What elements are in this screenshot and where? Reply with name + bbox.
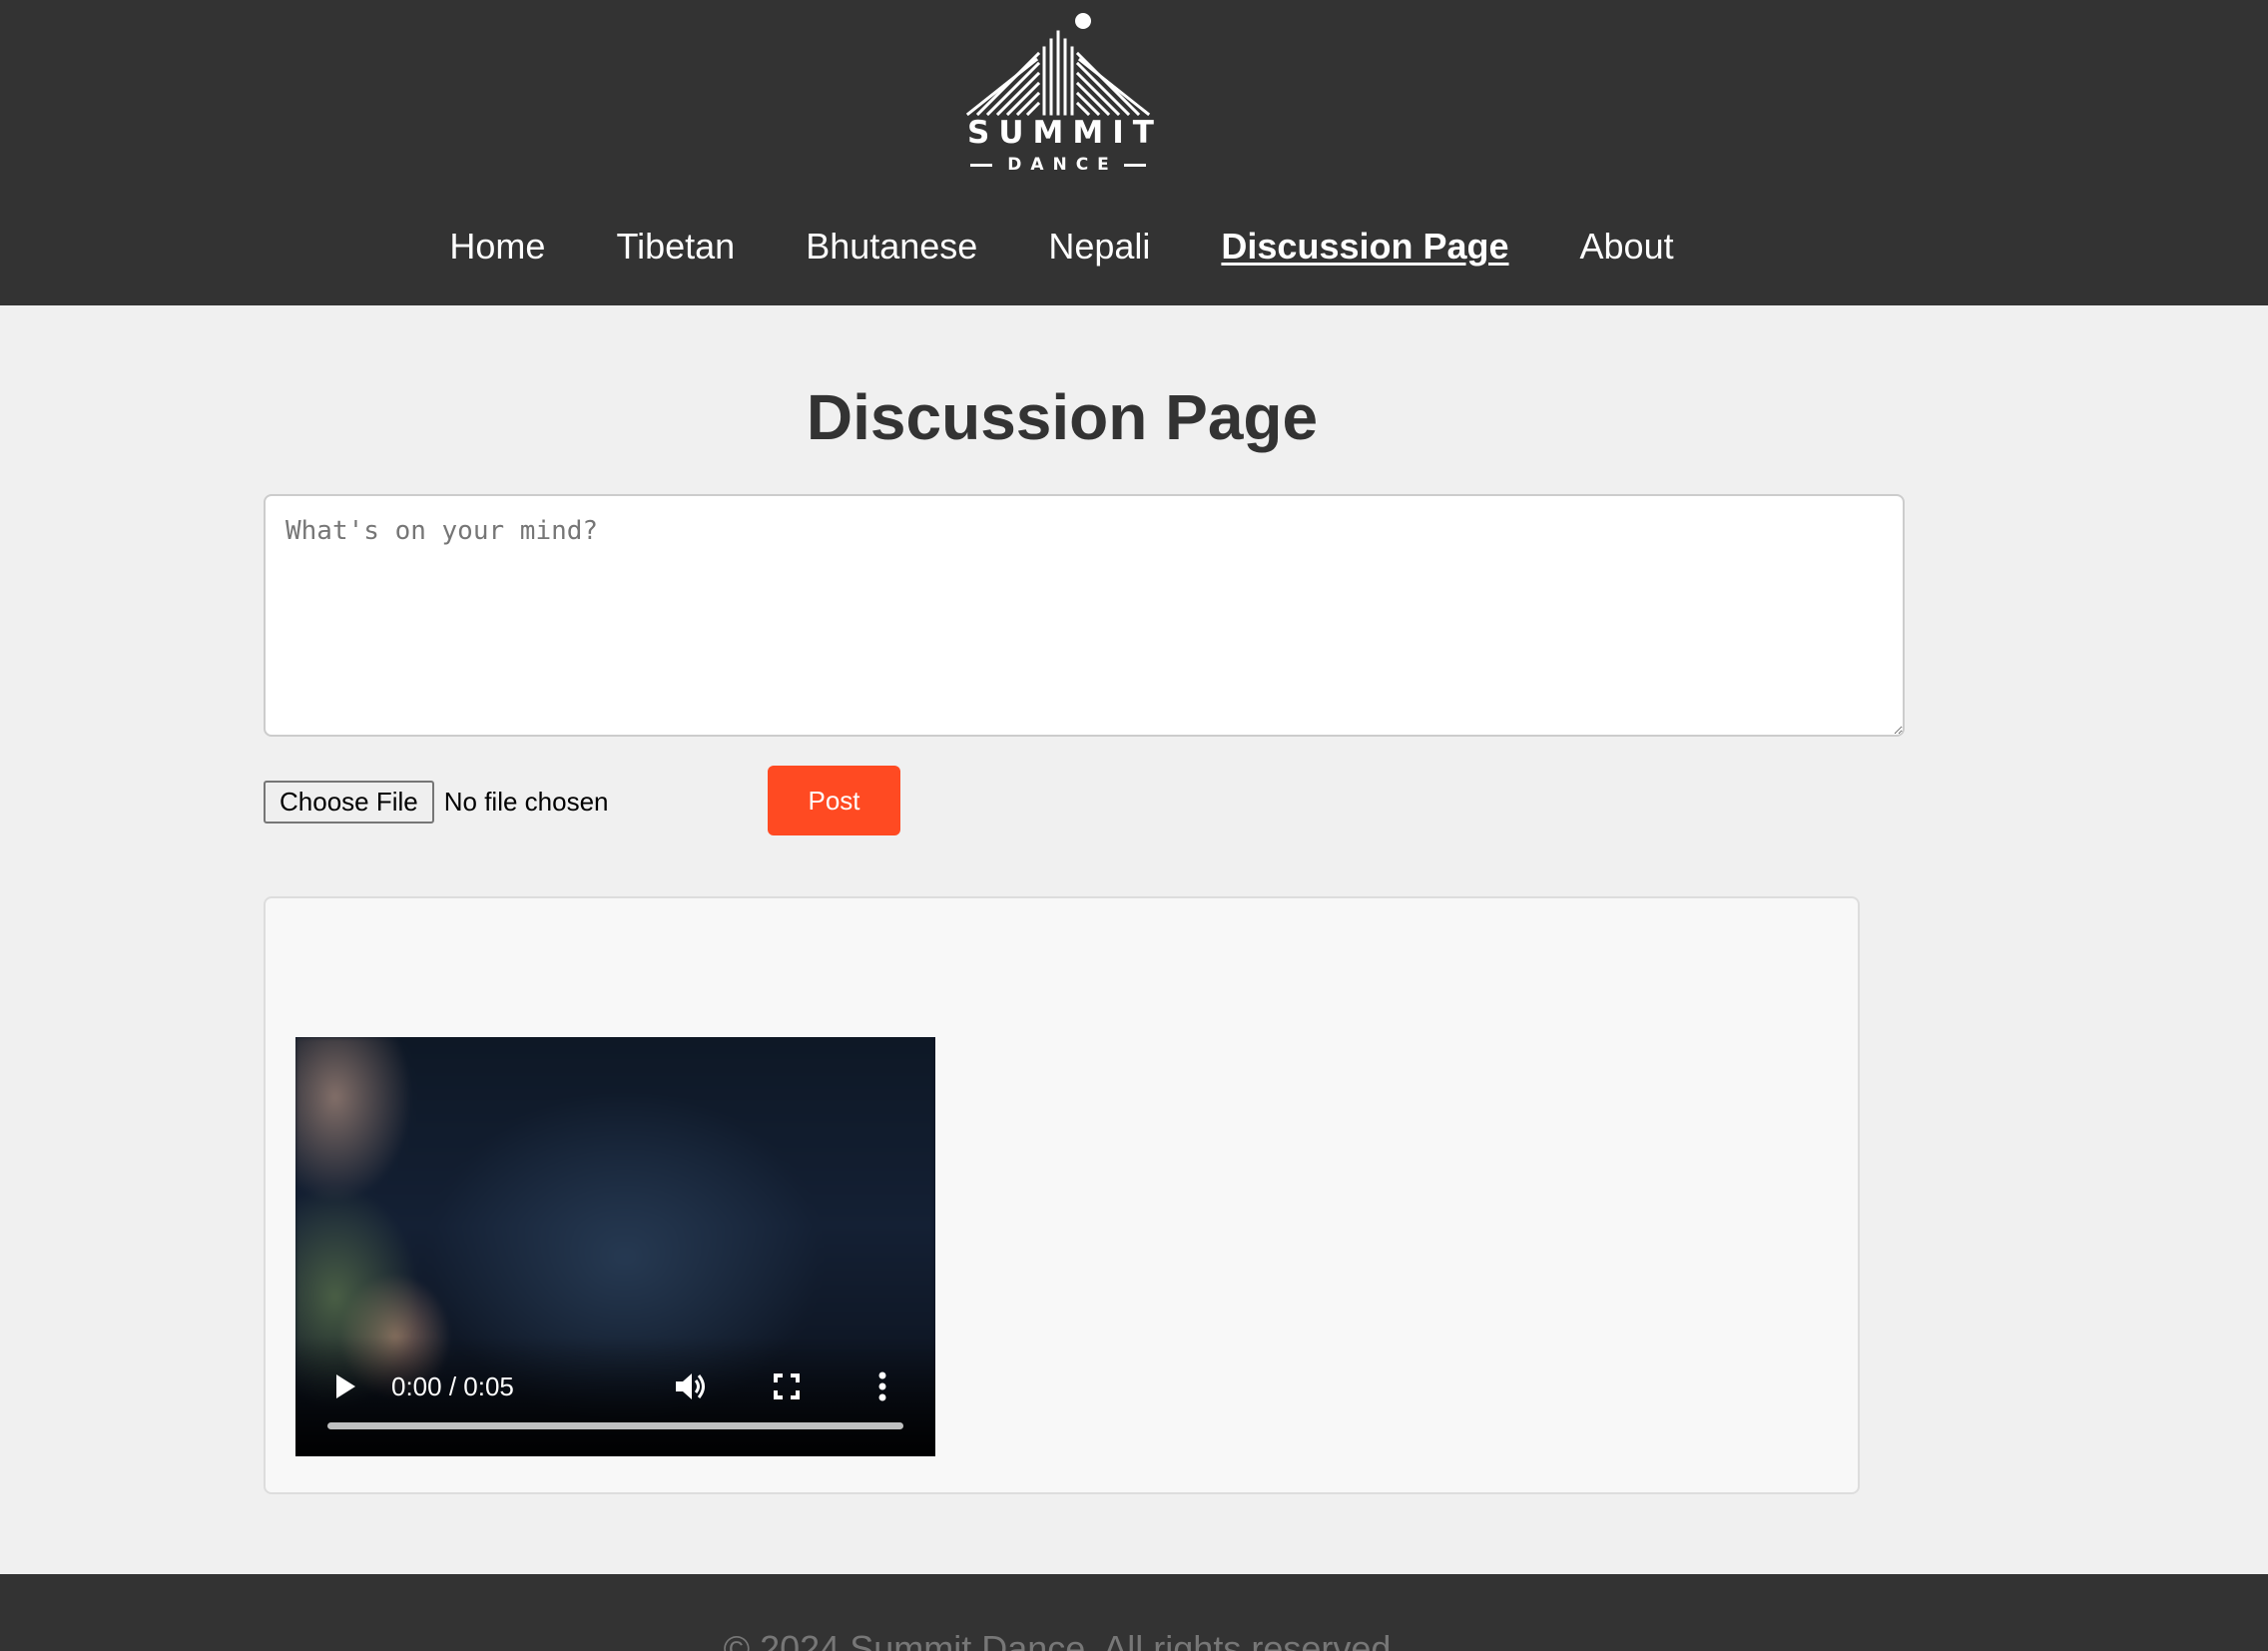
main-nav: Home Tibetan Bhutanese Nepali Discussion…: [0, 222, 2268, 272]
mountain-logo-icon: [965, 13, 1151, 116]
more-options-icon[interactable]: [862, 1367, 902, 1406]
nav-item-home[interactable]: Home: [449, 222, 545, 272]
post-composer-textarea[interactable]: [264, 494, 1905, 737]
brand-subname-row: DANCE: [958, 154, 1158, 176]
video-time: 0:00 / 0:05: [391, 1372, 514, 1401]
page-title: Discussion Page: [806, 381, 1319, 453]
nav-item-bhutanese[interactable]: Bhutanese: [806, 222, 977, 272]
site-footer: © 2024 Summit Dance. All rights reserved…: [0, 1574, 2268, 1651]
play-icon[interactable]: [325, 1367, 365, 1406]
site-header: SUMMIT DANCE Home Tibetan Bhutanese Nepa…: [0, 0, 2268, 305]
video-controls: 0:00 / 0:05: [295, 1337, 935, 1456]
summit-dance-logo[interactable]: SUMMIT DANCE: [958, 10, 1163, 175]
fullscreen-icon[interactable]: [767, 1367, 807, 1406]
file-status: No file chosen: [443, 786, 609, 817]
divider: [1123, 163, 1146, 167]
post-button[interactable]: Post: [768, 766, 900, 835]
video-player[interactable]: 0:00 / 0:05: [295, 1037, 935, 1456]
nav-item-nepali[interactable]: Nepali: [1048, 222, 1150, 272]
copyright-text: © 2024 Summit Dance. All rights reserved…: [723, 1628, 1402, 1651]
video-progress-bar[interactable]: [327, 1422, 903, 1429]
nav-item-tibetan[interactable]: Tibetan: [616, 222, 735, 272]
nav-item-discussion-page[interactable]: Discussion Page: [1221, 222, 1508, 272]
brand-name: SUMMIT: [967, 115, 1163, 151]
file-input: Choose File No file chosen: [264, 780, 609, 824]
divider: [970, 163, 993, 167]
brand-subname: DANCE: [1007, 155, 1118, 175]
nav-item-about[interactable]: About: [1580, 222, 1674, 272]
choose-file-button[interactable]: Choose File: [264, 780, 434, 824]
volume-icon[interactable]: [671, 1367, 711, 1406]
post-card: 0:00 / 0:05: [264, 896, 1860, 1494]
